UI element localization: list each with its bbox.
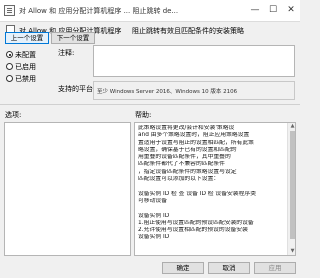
disabled-label: 已禁用 xyxy=(15,75,36,83)
help-line: 2.允许使用与设置相匹配的预设的设备安装 xyxy=(138,227,248,234)
radio-icon xyxy=(6,63,13,70)
options-pane xyxy=(4,122,131,256)
comment-textarea[interactable] xyxy=(93,45,295,77)
help-line: ，指定设备匹配条件的策略设置与设定 xyxy=(138,168,237,175)
supported-on-value: 至少 Windows Server 2016、Windows 10 版本 210… xyxy=(97,89,238,95)
next-setting-button[interactable]: 下一个设置 xyxy=(51,32,95,44)
radio-selected-icon xyxy=(6,51,13,58)
not-configured-radio[interactable]: 未配置 xyxy=(6,50,36,60)
help-line: 设备实例 ID xyxy=(138,234,170,241)
disabled-radio[interactable]: 已禁用 xyxy=(6,74,36,84)
ok-button[interactable]: 确定 xyxy=(162,262,204,274)
comment-label: 注释: xyxy=(58,49,75,57)
section-divider xyxy=(0,104,300,105)
supported-on-label: 支持的平台: xyxy=(58,85,96,93)
help-line: and 由多个策略设置时，阻止应用策略设置 xyxy=(138,132,250,139)
help-line: 匹配条件都代了不兼容的匹配条件 xyxy=(138,161,225,168)
options-label: 选项: xyxy=(5,111,22,119)
help-line: 匹配设置可以添加的以下设置： xyxy=(138,176,220,183)
window-title: 对 Allow 和 应用分配计算机程序 ... 阻止跳转 de... xyxy=(19,7,179,15)
help-line: 设备实例 ID xyxy=(138,212,170,219)
supported-on-field: 至少 Windows Server 2016、Windows 10 版本 210… xyxy=(93,81,295,100)
radio-icon xyxy=(6,75,13,82)
scroll-up-arrow-icon[interactable]: ▲ xyxy=(289,123,295,130)
help-pane[interactable]: 此策略设置将更改/会计和安装'策略设 and 由多个策略设置时，阻止应用策略设置置… xyxy=(134,122,296,256)
help-label: 帮助: xyxy=(135,111,152,119)
enabled-radio[interactable]: 已启用 xyxy=(6,62,36,72)
close-button[interactable]: ✕ xyxy=(280,0,302,21)
help-line: 此策略设置将更改/会计和安装'策略设 xyxy=(138,125,235,131)
scroll-thumb[interactable] xyxy=(290,131,295,239)
help-line xyxy=(138,183,284,190)
policy-header: 对 Allow 和 应用分配计算机程序 阻止跳转有效且匹配条件的安装策略 xyxy=(6,25,296,35)
help-line: 可移动设备 xyxy=(138,197,167,204)
help-line: 设备实例 ID 检 查 设备 ID 检 设备安装程序类 xyxy=(138,190,256,197)
previous-setting-button[interactable]: 上一个设置 xyxy=(5,32,49,44)
enabled-label: 已启用 xyxy=(15,63,36,71)
policy-document-icon xyxy=(4,5,15,16)
apply-button[interactable]: 应用 xyxy=(254,262,296,274)
help-line: 1.阻止使用与设置匹配的预设匹配安装的设备 xyxy=(138,219,254,226)
help-scrollbar[interactable]: ▲ ▼ xyxy=(287,123,295,255)
policy-subtitle: 阻止跳转有效且匹配条件的安装策略 xyxy=(132,27,244,35)
help-line: 置适用于设置与阻止的设置相匹配，所有此策 xyxy=(138,139,254,146)
title-bar: 对 Allow 和 应用分配计算机程序 ... 阻止跳转 de... — ☐ ✕ xyxy=(0,0,300,22)
not-configured-label: 未配置 xyxy=(15,51,36,59)
scroll-down-arrow-icon[interactable]: ▼ xyxy=(289,248,295,255)
help-line xyxy=(138,205,284,212)
help-line: 略设置，确保基于已有的设置和匹配的 xyxy=(138,146,237,153)
help-line: 用重叠的设备匹配条件，其中重叠的 xyxy=(138,154,231,161)
help-text: 此策略设置将更改/会计和安装'策略设 and 由多个策略设置时，阻止应用策略设置置… xyxy=(138,125,284,242)
cancel-button[interactable]: 取消 xyxy=(208,262,250,274)
